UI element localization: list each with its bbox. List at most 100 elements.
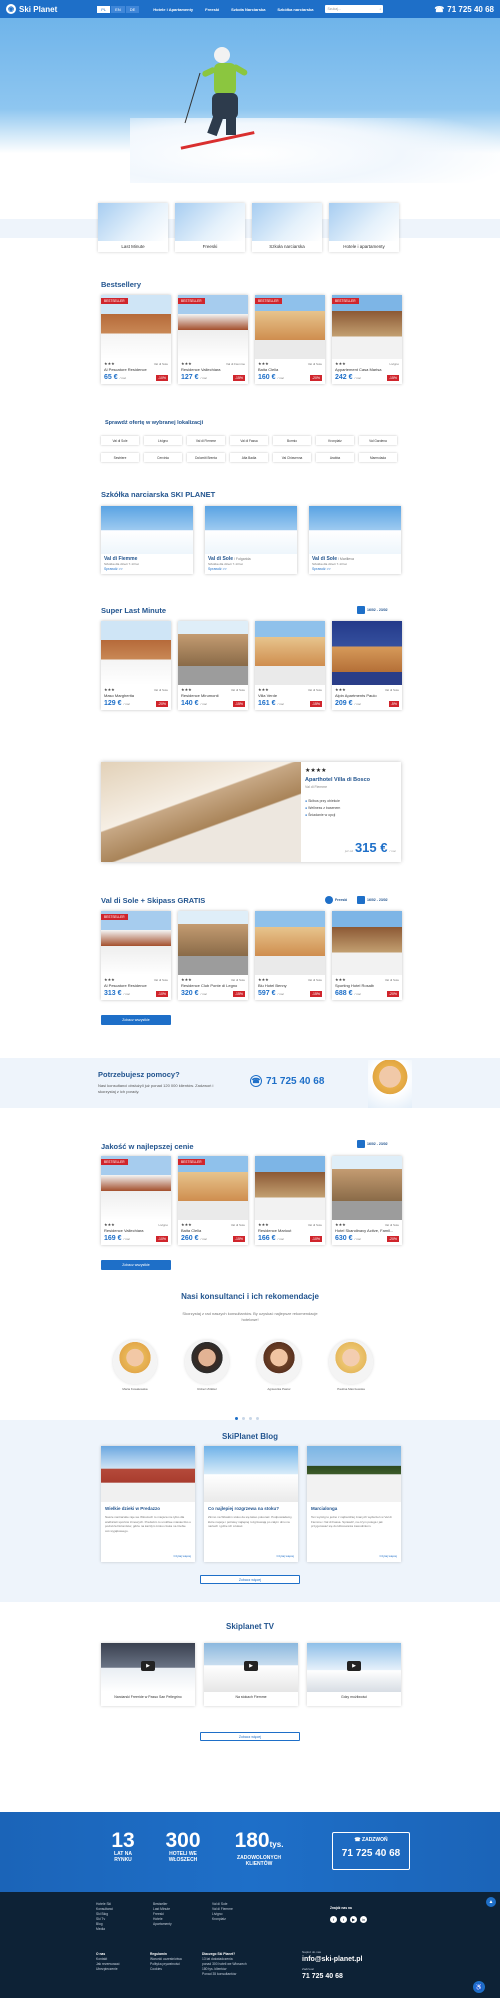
- menu-hotels[interactable]: Hotele i Apartamenty: [153, 7, 193, 12]
- footer-link[interactable]: Ubezpieczenie: [96, 1967, 120, 1972]
- blog-post-title: Marcialonga: [311, 1506, 338, 1511]
- search-icon[interactable]: ⌕: [379, 7, 381, 11]
- category-last-minute[interactable]: Last Minute: [98, 203, 168, 252]
- hotel-price: 169 €: [104, 1235, 122, 1242]
- location-button[interactable]: Val Gardena: [359, 436, 397, 445]
- blog-post[interactable]: Co najlepiej rozgrzewa na stoku? Zimno na…: [204, 1446, 298, 1562]
- footer-link[interactable]: Kronplatz: [212, 1917, 233, 1922]
- location-button[interactable]: Val di Sole: [101, 436, 139, 445]
- location-button[interactable]: Kronplatz: [316, 436, 354, 445]
- header-phone[interactable]: ☎ 71 725 40 68: [434, 5, 494, 14]
- video-card[interactable]: ▶ Gdzy możliwości: [307, 1643, 401, 1706]
- hotel-card[interactable]: ★★★ Val di Sole Villa Verde 161 € / noc -15%: [255, 621, 325, 710]
- location-button[interactable]: Val di Fassa: [230, 436, 268, 445]
- follow-label: Znajdź nas na: [330, 1906, 352, 1910]
- tv-more-button[interactable]: Zobacz więcej: [200, 1732, 300, 1741]
- hotel-card[interactable]: BESTSELLER ★★★ Val di Sole Al Pescatore Res…: [101, 911, 171, 1000]
- search-input[interactable]: Szukaj... ⌕: [325, 5, 384, 13]
- school-link[interactable]: Sprawdź >>: [309, 566, 401, 574]
- hotel-card[interactable]: BESTSELLER ★★★ Livigno Appartement Casa …: [332, 295, 402, 384]
- call-button[interactable]: ☎ ZADZWOŃ 71 725 40 68: [332, 1832, 410, 1870]
- hotel-card[interactable]: BESTSELLER ★★★ Val di Sole Al Pescatore …: [101, 295, 171, 384]
- blog-post[interactable]: Marcialonga Ten wyścig to jedno z najbard…: [307, 1446, 401, 1562]
- hotel-card[interactable]: ★★★ Val di Sole Blu Hotel Benny 597 € / noc -…: [255, 911, 325, 1000]
- freeski-chip[interactable]: Freeski: [325, 896, 347, 904]
- lang-de[interactable]: DE: [125, 5, 140, 13]
- hotel-image: BESTSELLER: [332, 295, 402, 359]
- consultant-item[interactable]: Paulina Marczewska: [329, 1340, 373, 1391]
- hotel-card[interactable]: BESTSELLER ★★★ Val di Sole Baita Clelia …: [255, 295, 325, 384]
- consultant-item[interactable]: Agnieszka Pastor: [257, 1340, 301, 1391]
- hotel-card[interactable]: ★★★ Val di Sole Residence Club Ponte di Le…: [178, 911, 248, 1000]
- category-freeski[interactable]: Freeski: [175, 203, 245, 252]
- hotel-card[interactable]: BESTSELLER ★★★ Val di Fiemme Residence V…: [178, 295, 248, 384]
- location-button[interactable]: Arabba: [316, 453, 354, 462]
- featured-features: Skibus przy obiekcie Wellness z basenem …: [305, 799, 397, 817]
- school-card[interactable]: Val di Sole / Marilleva Szkółka dla dziec…: [309, 506, 401, 574]
- video-card[interactable]: ▶ Na stokach Fiemme: [204, 1643, 298, 1706]
- hotel-card[interactable]: BESTSELLER ★★★ Livigno Residence Vallechiar…: [101, 1156, 171, 1245]
- freeski-label: Freeski: [335, 898, 348, 902]
- footer-link[interactable]: Apartamenty: [153, 1922, 172, 1927]
- play-icon[interactable]: ▶: [244, 1661, 258, 1671]
- footer-phone[interactable]: 71 725 40 68: [302, 1973, 343, 1980]
- location-button[interactable]: Cervinia: [144, 453, 182, 462]
- location-button[interactable]: Alta Badia: [230, 453, 268, 462]
- read-more-link[interactable]: Czytaj więcej: [173, 1554, 191, 1558]
- read-more-link[interactable]: Czytaj więcej: [276, 1554, 294, 1558]
- linkedin-icon[interactable]: in: [360, 1916, 367, 1923]
- logo[interactable]: ◉ Ski Planet: [6, 4, 57, 14]
- consultant-item[interactable]: Marta Kowalewska: [113, 1340, 157, 1391]
- discount-badge: -10%: [309, 1235, 322, 1242]
- see-all-button[interactable]: Zobacz wszystkie: [101, 1260, 171, 1270]
- hotel-card[interactable]: ★★★ Val di Sole Alpin Apartments Paulo 209 …: [332, 621, 402, 710]
- school-card[interactable]: Val di Sole / Folgarida Szkółka dla dziec…: [205, 506, 297, 574]
- menu-ski-school[interactable]: Szkoła Narciarska: [231, 7, 265, 12]
- location-button[interactable]: Val di Fiemme: [187, 436, 225, 445]
- lang-pl[interactable]: PL: [97, 5, 111, 13]
- featured-hotel-banner[interactable]: ★★★★ Aparthotel Villa di Bosco Val di Fi…: [101, 762, 401, 862]
- hotel-card[interactable]: ★★★ Val di Sole Residence Mariout 166 € / no…: [255, 1156, 325, 1245]
- category-ski-school[interactable]: Szkoła narciarska: [252, 203, 322, 252]
- hotel-card[interactable]: BESTSELLER ★★★ Val di Sole Baita Clelia 260 …: [178, 1156, 248, 1245]
- facebook-icon[interactable]: f: [330, 1916, 337, 1923]
- date-chip[interactable]: 16/02 - 23/02: [357, 1140, 388, 1148]
- lang-en[interactable]: EN: [111, 5, 125, 13]
- location-button[interactable]: Marmolada: [359, 453, 397, 462]
- accessibility-icon[interactable]: ♿: [473, 1981, 485, 1993]
- blog-post[interactable]: Wielkie dzieki w Predazzo Nasze narciarsk…: [101, 1446, 195, 1562]
- hotel-card[interactable]: ★★★ Val di Sole Residence Mirumonti 140 € / …: [178, 621, 248, 710]
- school-link[interactable]: Sprawdź >>: [205, 566, 297, 574]
- menu-kids-school[interactable]: Szkółka narciarska: [277, 7, 313, 12]
- scroll-top-icon[interactable]: ▲: [486, 1897, 496, 1907]
- see-all-button[interactable]: Zobacz wszystkie: [101, 1015, 171, 1025]
- help-phone[interactable]: ☎ 71 725 40 68: [250, 1075, 324, 1087]
- consultant-item[interactable]: Robert Ziółkiel: [185, 1340, 229, 1391]
- location-button[interactable]: Bormio: [273, 436, 311, 445]
- footer-link[interactable]: Cookies: [150, 1967, 182, 1972]
- school-link[interactable]: Sprawdź >>: [101, 566, 193, 574]
- play-icon[interactable]: ▶: [141, 1661, 155, 1671]
- hotel-location: Val di Sole: [230, 978, 245, 982]
- youtube-icon[interactable]: ▶: [350, 1916, 357, 1923]
- video-card[interactable]: ▶ Narciarski Freeride w Passo San Pellegr…: [101, 1643, 195, 1706]
- location-button[interactable]: Dolomiti Brenta: [187, 453, 225, 462]
- date-chip[interactable]: 16/02 - 23/02: [357, 606, 388, 614]
- footer-email[interactable]: info@ski-planet.pl: [302, 1956, 363, 1963]
- category-hotels[interactable]: Hotele i apartamenty: [329, 203, 399, 252]
- location-button[interactable]: Val Chiavenna: [273, 453, 311, 462]
- read-more-link[interactable]: Czytaj więcej: [379, 1554, 397, 1558]
- date-chip[interactable]: 16/02 - 23/02: [357, 896, 388, 904]
- location-button[interactable]: Livigno: [144, 436, 182, 445]
- twitter-icon[interactable]: t: [340, 1916, 347, 1923]
- footer-link[interactable]: Media: [96, 1927, 113, 1932]
- school-card[interactable]: Val di Fiemme Szkółka dla dzieci 7-13 lat…: [101, 506, 193, 574]
- menu-freeski[interactable]: Freeski: [205, 7, 219, 12]
- hotel-card[interactable]: ★★★ Val di Sole Sporting Hotel Rosalb 688 €…: [332, 911, 402, 1000]
- hotel-card[interactable]: ★★★ Val di Sole Maso Margherita 129 € / noc -…: [101, 621, 171, 710]
- hotel-card[interactable]: ★★★ Val di Sole Hotel Skandinavy Active, F…: [332, 1156, 402, 1245]
- location-button[interactable]: Sestriere: [101, 453, 139, 462]
- play-icon[interactable]: ▶: [347, 1661, 361, 1671]
- blog-more-button[interactable]: Zobacz więcej: [200, 1575, 300, 1584]
- blog-excerpt: Zimno na Włoskim stoku da się łatwo poko…: [208, 1515, 293, 1528]
